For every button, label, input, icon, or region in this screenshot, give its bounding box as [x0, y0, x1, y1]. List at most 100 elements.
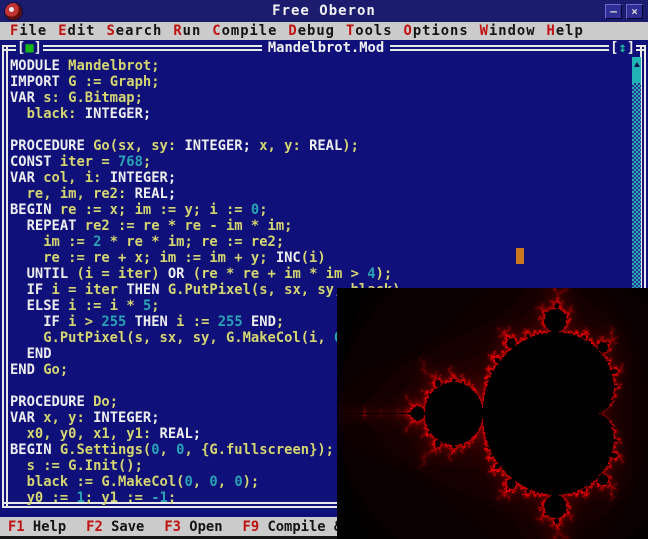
window-top-border: [■] Mandelbrot.Mod [↕]: [0, 40, 648, 56]
code-token: ,: [193, 474, 210, 490]
code-token: Go(sx, sy:: [93, 138, 184, 154]
code-token: );: [243, 474, 260, 490]
code-line: PROCEDURE Go(sx, sy: INTEGER; x, y: REAL…: [10, 138, 632, 154]
menu-hotkey: S: [106, 23, 115, 39]
code-token: 0: [151, 442, 159, 458]
window-controls: – ×: [605, 4, 643, 19]
code-token: (i): [301, 250, 326, 266]
menu-hotkey: F: [10, 23, 19, 39]
fkey-f2[interactable]: F2 Save: [86, 519, 144, 535]
code-line: black: INTEGER;: [10, 106, 632, 122]
border-line: [390, 45, 609, 51]
window-left-border: [2, 45, 8, 508]
code-token: re2 := re * re - im * im;: [85, 218, 293, 234]
code-token: i := i *: [68, 298, 143, 314]
menu-item-tools[interactable]: Tools: [346, 23, 393, 39]
menu-item-compile[interactable]: Compile: [212, 23, 277, 39]
code-token: 768: [118, 154, 143, 170]
code-line: UNTIL (i = iter) OR (re * re + im * im >…: [10, 266, 632, 282]
code-token: IMPORT: [10, 74, 68, 90]
close-icon: ×: [631, 6, 638, 17]
window-resize-box[interactable]: [↕]: [609, 40, 636, 56]
code-line: re := re + x; im := im + y; INC(i): [10, 250, 632, 266]
code-token: UNTIL: [27, 266, 77, 282]
code-token: x, y:: [43, 410, 93, 426]
code-token: REAL;: [135, 186, 177, 202]
code-token: col, i:: [43, 170, 109, 186]
code-token: THEN: [126, 282, 168, 298]
menu-item-search[interactable]: Search: [106, 23, 162, 39]
code-token: BEGIN: [10, 202, 60, 218]
window-close-box[interactable]: [■]: [16, 40, 43, 56]
fkey-label: F9: [243, 519, 260, 535]
menu-hotkey: C: [212, 23, 221, 39]
code-line: [10, 122, 632, 138]
close-box-icon: ■: [25, 40, 33, 56]
app-title: Free Oberon: [0, 3, 648, 19]
code-line: IMPORT G := Graph;: [10, 74, 632, 90]
code-token: ELSE: [27, 298, 69, 314]
code-token: OR: [168, 266, 185, 282]
code-token: ;: [151, 298, 159, 314]
code-token: G.PutPixel(s, sx, sy, G.MakeCol(i,: [10, 330, 334, 346]
menu-item-window[interactable]: Window: [480, 23, 536, 39]
code-token: ,: [160, 442, 177, 458]
code-token: im :=: [10, 234, 93, 250]
menu-item-edit[interactable]: Edit: [58, 23, 95, 39]
code-token: Do;: [93, 394, 118, 410]
code-token: 4: [367, 266, 375, 282]
code-token: VAR: [10, 170, 43, 186]
code-token: s := G.Init();: [10, 458, 143, 474]
code-token: CONST: [10, 154, 60, 170]
code-line: REPEAT re2 := re * re - im * im;: [10, 218, 632, 234]
code-token: y0 :=: [10, 490, 76, 505]
code-token: IF: [27, 282, 52, 298]
menu-item-help[interactable]: Help: [547, 23, 584, 39]
code-token: [243, 314, 251, 330]
free-oberon-app: Free Oberon – × File Edit Search Run Compile…: [0, 0, 648, 539]
close-button[interactable]: ×: [626, 4, 643, 19]
code-token: ,: [218, 474, 235, 490]
code-token: [10, 298, 27, 314]
fkey-f3[interactable]: F3 Open: [164, 519, 222, 535]
code-token: x0, y0, x1, y1:: [10, 426, 160, 442]
code-token: ;: [143, 154, 151, 170]
menu-hotkey: O: [404, 23, 413, 39]
code-token: G.Settings(: [60, 442, 151, 458]
menu-hotkey: R: [173, 23, 182, 39]
scrollbar-up-button[interactable]: [632, 57, 641, 71]
mandelbrot-output-window: [337, 288, 648, 539]
code-token: i >: [68, 314, 101, 330]
menu-bar: File Edit Search Run Compile Debug Tools Option…: [0, 22, 648, 40]
scrollbar-thumb[interactable]: [632, 71, 641, 83]
text-cursor: [516, 248, 524, 264]
code-token: 255: [218, 314, 243, 330]
fkey-f1[interactable]: F1 Help: [8, 519, 66, 535]
code-token: VAR: [10, 410, 43, 426]
code-line: re, im, re2: REAL;: [10, 186, 632, 202]
code-token: Mandelbrot;: [68, 58, 159, 74]
code-token: [10, 218, 27, 234]
code-token: REAL: [309, 138, 342, 154]
code-token: END: [27, 346, 52, 362]
mandelbrot-canvas: [337, 288, 648, 539]
menu-hotkey: H: [547, 23, 556, 39]
code-token: * re * im; re := re2;: [101, 234, 284, 250]
fkey-label: F3: [164, 519, 181, 535]
code-line: VAR s: G.Bitmap;: [10, 90, 632, 106]
menu-item-file[interactable]: File: [10, 23, 47, 39]
code-token: i :=: [176, 314, 218, 330]
code-token: INC: [276, 250, 301, 266]
menu-item-options[interactable]: Options: [404, 23, 469, 39]
menu-item-run[interactable]: Run: [173, 23, 201, 39]
code-token: ;: [168, 490, 176, 505]
code-token: (i = iter): [76, 266, 167, 282]
code-line: BEGIN re := x; im := y; i := 0;: [10, 202, 632, 218]
code-token: REPEAT: [27, 218, 85, 234]
minimize-icon: –: [610, 6, 617, 17]
code-token: 0: [234, 474, 242, 490]
border-line: [43, 45, 262, 51]
code-token: s: G.Bitmap;: [43, 90, 143, 106]
menu-item-debug[interactable]: Debug: [288, 23, 335, 39]
minimize-button[interactable]: –: [605, 4, 622, 19]
